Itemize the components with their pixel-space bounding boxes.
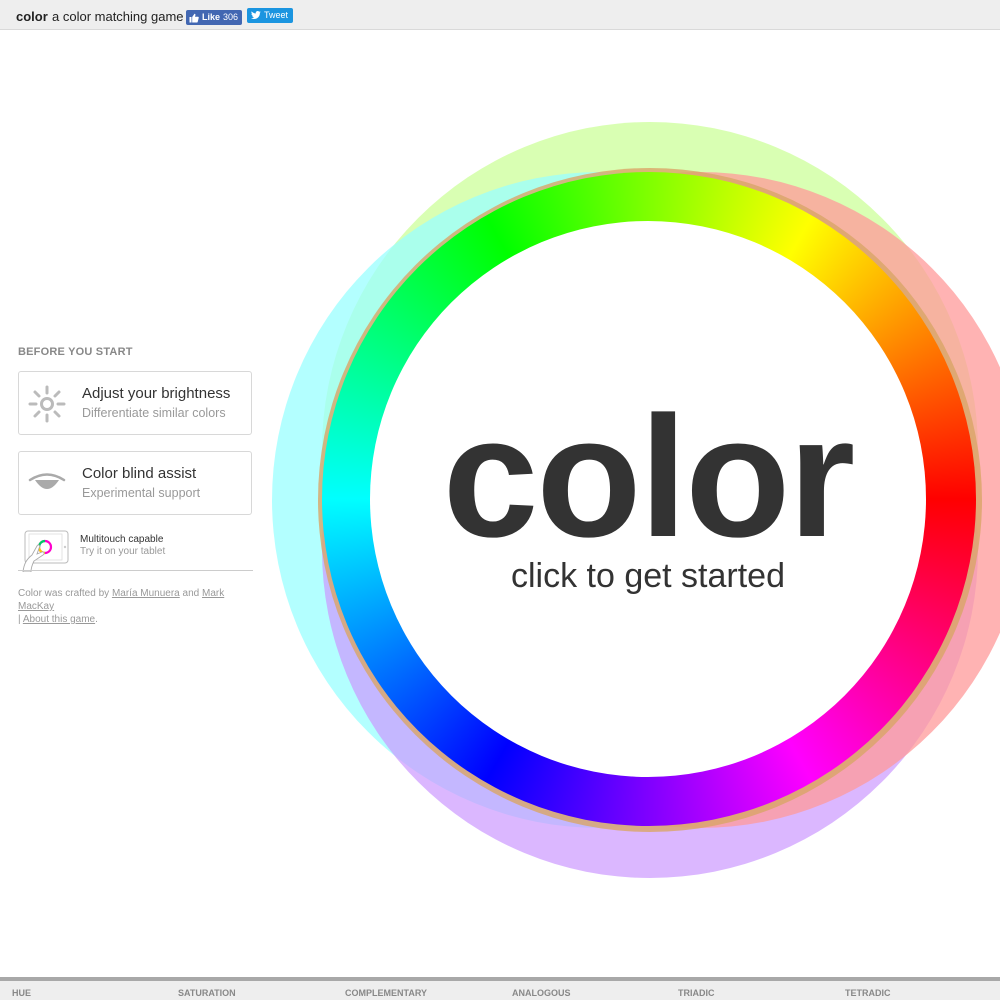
card-title: Color blind assist [82,465,197,482]
divider [18,570,253,571]
twitter-bird-icon [251,11,261,19]
brightness-card[interactable]: Adjust your brightness Differentiate sim… [18,371,252,435]
multitouch-info: Multitouch capable Try it on your tablet [18,530,253,572]
multitouch-title: Multitouch capable [80,534,164,545]
facebook-like-button[interactable]: Like 306 [186,10,243,25]
credits-prefix: Color was crafted by [18,588,110,599]
thumbs-up-icon [189,13,199,22]
author-link-maria[interactable]: María Munuera [112,588,180,599]
multitouch-subtitle: Try it on your tablet [80,546,166,557]
tab-saturation[interactable]: SATURATION [178,988,236,998]
eye-icon [28,473,66,489]
tab-complementary[interactable]: COMPLEMENTARY [345,988,427,998]
bottom-bar: HUE SATURATION COMPLEMENTARY ANALOGOUS T… [0,977,1000,1000]
start-prompt: click to get started [510,557,785,595]
color-blind-card[interactable]: Color blind assist Experimental support [18,451,252,515]
like-label: Like [202,12,221,22]
top-bar: color a color matching game Like 306 Twe… [0,0,1000,30]
section-title: BEFORE YOU START [18,346,133,358]
about-link[interactable]: About this game [23,614,95,625]
tweet-button[interactable]: Tweet [247,8,294,23]
start-button[interactable]: color click to get started [370,221,926,777]
sidebar: BEFORE YOU START Adjust your brightness … [18,346,253,625]
tab-triadic[interactable]: TRIADIC [678,988,715,998]
like-count: 306 [223,12,239,22]
app-title: color [16,9,48,24]
tablet-hand-icon [22,530,69,572]
credits: Color was crafted by María Munuera and M… [18,587,253,626]
card-title: Adjust your brightness [82,385,231,402]
credits-suffix: . [95,614,98,625]
game-title: color [442,381,856,573]
card-subtitle: Differentiate similar colors [82,406,226,420]
tab-analogous[interactable]: ANALOGOUS [512,988,571,998]
card-subtitle: Experimental support [82,486,201,500]
sun-icon [28,385,66,423]
app-tagline: a color matching game [52,9,184,24]
credits-and: and [182,588,200,599]
tab-hue[interactable]: HUE [12,988,31,998]
tweet-label: Tweet [264,10,289,20]
tab-tetradic[interactable]: TETRADIC [845,988,891,998]
credits-separator: | [18,614,21,625]
